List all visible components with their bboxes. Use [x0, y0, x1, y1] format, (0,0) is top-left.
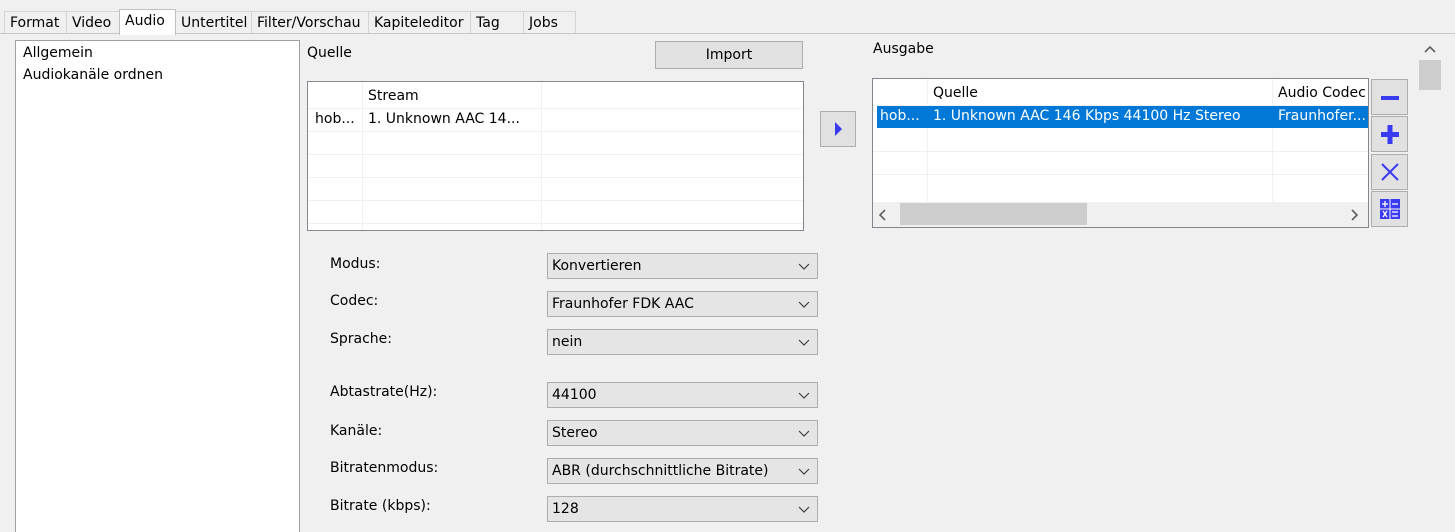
chevron-down-icon [798, 301, 810, 308]
scroll-up-icon[interactable] [1424, 44, 1436, 54]
row-divider [308, 177, 803, 178]
kanaele-label: Kanäle: [330, 423, 383, 439]
minus-icon [1381, 96, 1399, 100]
abtastrate-label: Abtastrate(Hz): [330, 384, 438, 400]
abtastrate-select[interactable]: 44100 [547, 382, 818, 408]
output-label: Ausgabe [873, 41, 934, 57]
modus-value: Konvertieren [552, 258, 642, 274]
output-stream-table: Quelle Audio Codec hob... 1. Unknown AAC… [872, 78, 1369, 228]
output-row-codec[interactable]: Fraunhofer... [1273, 105, 1368, 128]
delete-stream-button[interactable] [1371, 154, 1408, 190]
plus-icon [1381, 125, 1399, 144]
import-button[interactable]: Import [655, 41, 803, 69]
bitratenmodus-value: ABR (durchschnittliche Bitrate) [552, 463, 769, 479]
scrollbar-thumb[interactable] [900, 203, 1087, 225]
chevron-down-icon [798, 468, 810, 475]
sprache-value: nein [552, 334, 583, 350]
tab-label: Video [72, 15, 112, 31]
horizontal-scrollbar[interactable] [873, 202, 1368, 227]
tab-label: Filter/Vorschau [257, 15, 361, 31]
chevron-down-icon [798, 263, 810, 270]
scroll-left-icon[interactable] [878, 209, 888, 221]
tab-label: Format [10, 15, 60, 31]
nav-item-audiokanaele-ordnen[interactable]: Audiokanäle ordnen [23, 67, 163, 83]
kanaele-select[interactable]: Stereo [547, 420, 818, 446]
modus-select[interactable]: Konvertieren [547, 253, 818, 279]
tab-label: Audio [125, 13, 165, 29]
chevron-down-icon [798, 430, 810, 437]
chevron-down-icon [798, 506, 810, 513]
tab-bar: Format Video Audio Untertitel Filter/Vor… [0, 9, 1455, 35]
tab-tag[interactable]: Tag [470, 11, 524, 34]
scroll-right-icon[interactable] [1349, 209, 1359, 221]
tab-jobs[interactable]: Jobs [523, 11, 576, 34]
bitrate-label: Bitrate (kbps): [330, 498, 431, 514]
chevron-down-icon [798, 392, 810, 399]
tab-kapiteleditor[interactable]: Kapiteleditor [368, 11, 471, 34]
abtastrate-value: 44100 [552, 387, 597, 403]
tab-format[interactable]: Format [4, 11, 67, 34]
tab-untertitel[interactable]: Untertitel [175, 11, 252, 34]
calculator-button[interactable] [1371, 191, 1408, 227]
sprache-select[interactable]: nein [547, 329, 818, 355]
tab-label: Tag [476, 15, 500, 31]
codec-value: Fraunhofer FDK AAC [552, 296, 694, 312]
remove-stream-button[interactable] [1371, 79, 1408, 115]
source-label: Quelle [307, 45, 352, 61]
calculator-icon [1380, 199, 1400, 219]
tab-label: Untertitel [181, 15, 248, 31]
bitratenmodus-label: Bitratenmodus: [330, 460, 439, 476]
row-divider [873, 174, 1368, 175]
row-divider [873, 151, 1368, 152]
bitrate-select[interactable]: 128 [547, 496, 818, 522]
row-divider [308, 223, 803, 224]
tab-audio[interactable]: Audio [119, 9, 176, 35]
chevron-down-icon [798, 339, 810, 346]
column-header-stream[interactable]: Stream [363, 85, 541, 108]
bitrate-value: 128 [552, 501, 579, 517]
column-divider [541, 82, 542, 230]
source-stream-table: Stream hob... 1. Unknown AAC 14... [307, 81, 804, 231]
bitratenmodus-select[interactable]: ABR (durchschnittliche Bitrate) [547, 458, 818, 484]
vertical-scrollbar[interactable] [1418, 38, 1442, 532]
tab-video[interactable]: Video [66, 11, 120, 34]
nav-item-allgemein[interactable]: Allgemein [23, 45, 93, 61]
chevron-right-icon [835, 122, 842, 136]
row-divider [308, 200, 803, 201]
source-row-file[interactable]: hob... [310, 108, 362, 131]
tab-label: Jobs [529, 15, 558, 31]
modus-label: Modus: [330, 256, 381, 272]
codec-select[interactable]: Fraunhofer FDK AAC [547, 291, 818, 317]
add-to-output-button[interactable] [820, 111, 856, 147]
tab-divider [0, 33, 1455, 34]
output-row-source[interactable]: 1. Unknown AAC 146 Kbps 44100 Hz Stereo [928, 105, 1272, 128]
tab-label: Kapiteleditor [374, 15, 464, 31]
column-header-quelle[interactable]: Quelle [928, 82, 1272, 105]
column-header-audio-codec[interactable]: Audio Codec [1273, 82, 1368, 105]
tab-filter-vorschau[interactable]: Filter/Vorschau [251, 11, 369, 34]
kanaele-value: Stereo [552, 425, 598, 441]
codec-label: Codec: [330, 293, 379, 309]
scrollbar-thumb[interactable] [1419, 60, 1441, 90]
sprache-label: Sprache: [330, 331, 393, 347]
x-icon [1381, 163, 1399, 181]
output-row-file[interactable]: hob... [875, 105, 927, 128]
add-stream-button[interactable] [1371, 116, 1408, 152]
row-divider [308, 154, 803, 155]
source-row-stream[interactable]: 1. Unknown AAC 14... [363, 108, 541, 131]
settings-nav-list: Allgemein Audiokanäle ordnen [15, 40, 300, 532]
row-divider [308, 131, 803, 132]
